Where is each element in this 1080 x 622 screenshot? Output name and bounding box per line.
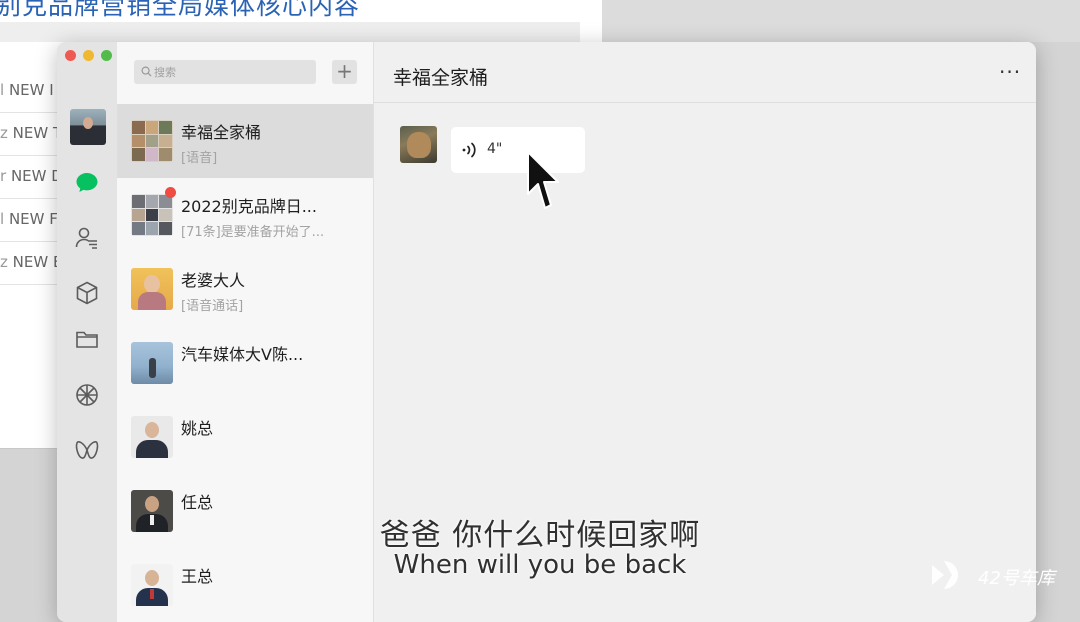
chat-name: 汽车媒体大V陈... [181,345,304,364]
document-row: r NEW D [0,155,60,199]
contacts-icon[interactable] [74,225,100,251]
chat-name: 老婆大人 [181,271,246,290]
chat-name: 姚总 [181,419,214,438]
voice-wave-icon [462,142,476,158]
close-window-button[interactable] [65,50,76,61]
more-options-button[interactable]: ··· [999,62,1021,82]
add-button[interactable]: + [332,60,357,84]
document-toolbar [0,22,580,42]
sender-avatar[interactable] [400,126,437,163]
desktop-background [602,0,1080,42]
search-box[interactable] [134,60,316,84]
search-icon [141,66,152,77]
chat-item-family-group[interactable]: 幸福全家桶 [语音] [117,104,373,178]
document-row: l NEW I [0,69,60,113]
subtitle-english: When will you be back [393,550,687,580]
chat-item-wife[interactable]: 老婆大人 [语音通话] [117,252,373,326]
unread-badge [165,187,176,198]
maximize-window-button[interactable] [101,50,112,61]
voice-duration: 4" [487,141,503,157]
chat-preview: [71条]是要准备开始了... [181,225,325,240]
subtitle-chinese: 爸爸 你什么时候回家啊 [379,518,701,553]
watermark-text: 42号车库 [978,568,1055,589]
watermark: 42号车库 [930,557,1075,593]
box-icon[interactable] [74,280,100,306]
group-avatar [131,120,173,162]
watermark-logo-icon [932,561,958,589]
my-avatar[interactable] [70,109,106,145]
group-avatar [131,194,173,236]
minimize-window-button[interactable] [83,50,94,61]
chat-preview: [语音] [181,151,218,166]
search-input[interactable] [154,60,309,84]
chat-name: 幸福全家桶 [181,123,262,142]
document-title: 别克品牌营销全局媒体核心内容 [0,0,361,20]
document-row: z NEW T [0,112,60,156]
contact-avatar [131,416,173,458]
moments-icon[interactable] [74,382,100,408]
document-row: l NEW F [0,198,60,242]
chat-preview: [语音通话] [181,299,244,314]
conversation-title: 幸福全家桶 [393,67,489,89]
chat-item-yao[interactable]: 姚总 [117,400,373,474]
chat-item-buick-brand-day[interactable]: 2022别克品牌日... [71条]是要准备开始了... [117,178,373,252]
chat-name: 2022别克品牌日... [181,197,317,216]
conversation-header: 幸福全家桶 ··· [374,42,1036,103]
chat-item-auto-media[interactable]: 汽车媒体大V陈... [117,326,373,400]
folder-icon[interactable] [74,326,100,352]
chat-icon[interactable] [74,170,100,196]
voice-message-bubble[interactable]: 4" [451,127,585,173]
contact-avatar [131,342,173,384]
document-row: z NEW E [0,241,60,285]
contact-avatar [131,268,173,310]
mouse-cursor-icon [527,151,559,209]
mini-program-icon[interactable] [74,437,100,463]
